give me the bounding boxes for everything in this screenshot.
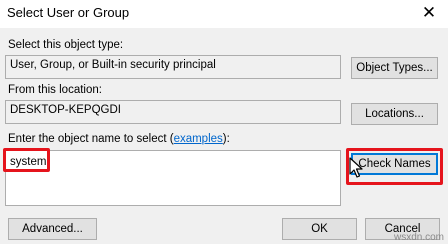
- object-name-label-suffix: ):: [222, 133, 230, 145]
- select-user-or-group-dialog: Select User or Group ✕ Select this objec…: [0, 0, 448, 244]
- advanced-button[interactable]: Advanced...: [8, 218, 97, 240]
- title-bar: Select User or Group ✕: [0, 0, 448, 28]
- close-icon[interactable]: ✕: [420, 2, 438, 24]
- mouse-pointer-icon: [349, 157, 363, 178]
- examples-link[interactable]: examples: [174, 133, 223, 145]
- object-name-label: Enter the object name to select (example…: [8, 133, 230, 145]
- object-type-label: Select this object type:: [8, 39, 124, 51]
- object-name-input[interactable]: system: [5, 150, 341, 206]
- object-type-field: User, Group, or Built-in security princi…: [5, 55, 341, 79]
- location-field: DESKTOP-KEPQGDI: [5, 100, 341, 124]
- location-label: From this location:: [8, 84, 102, 96]
- object-name-highlight: [3, 148, 50, 172]
- dialog-title: Select User or Group: [7, 5, 130, 20]
- locations-button[interactable]: Locations...: [351, 103, 438, 125]
- ok-button[interactable]: OK: [282, 218, 357, 240]
- object-name-label-prefix: Enter the object name to select (: [8, 133, 174, 145]
- watermark: wsxdn.com: [393, 232, 444, 243]
- object-types-button[interactable]: Object Types...: [351, 57, 438, 79]
